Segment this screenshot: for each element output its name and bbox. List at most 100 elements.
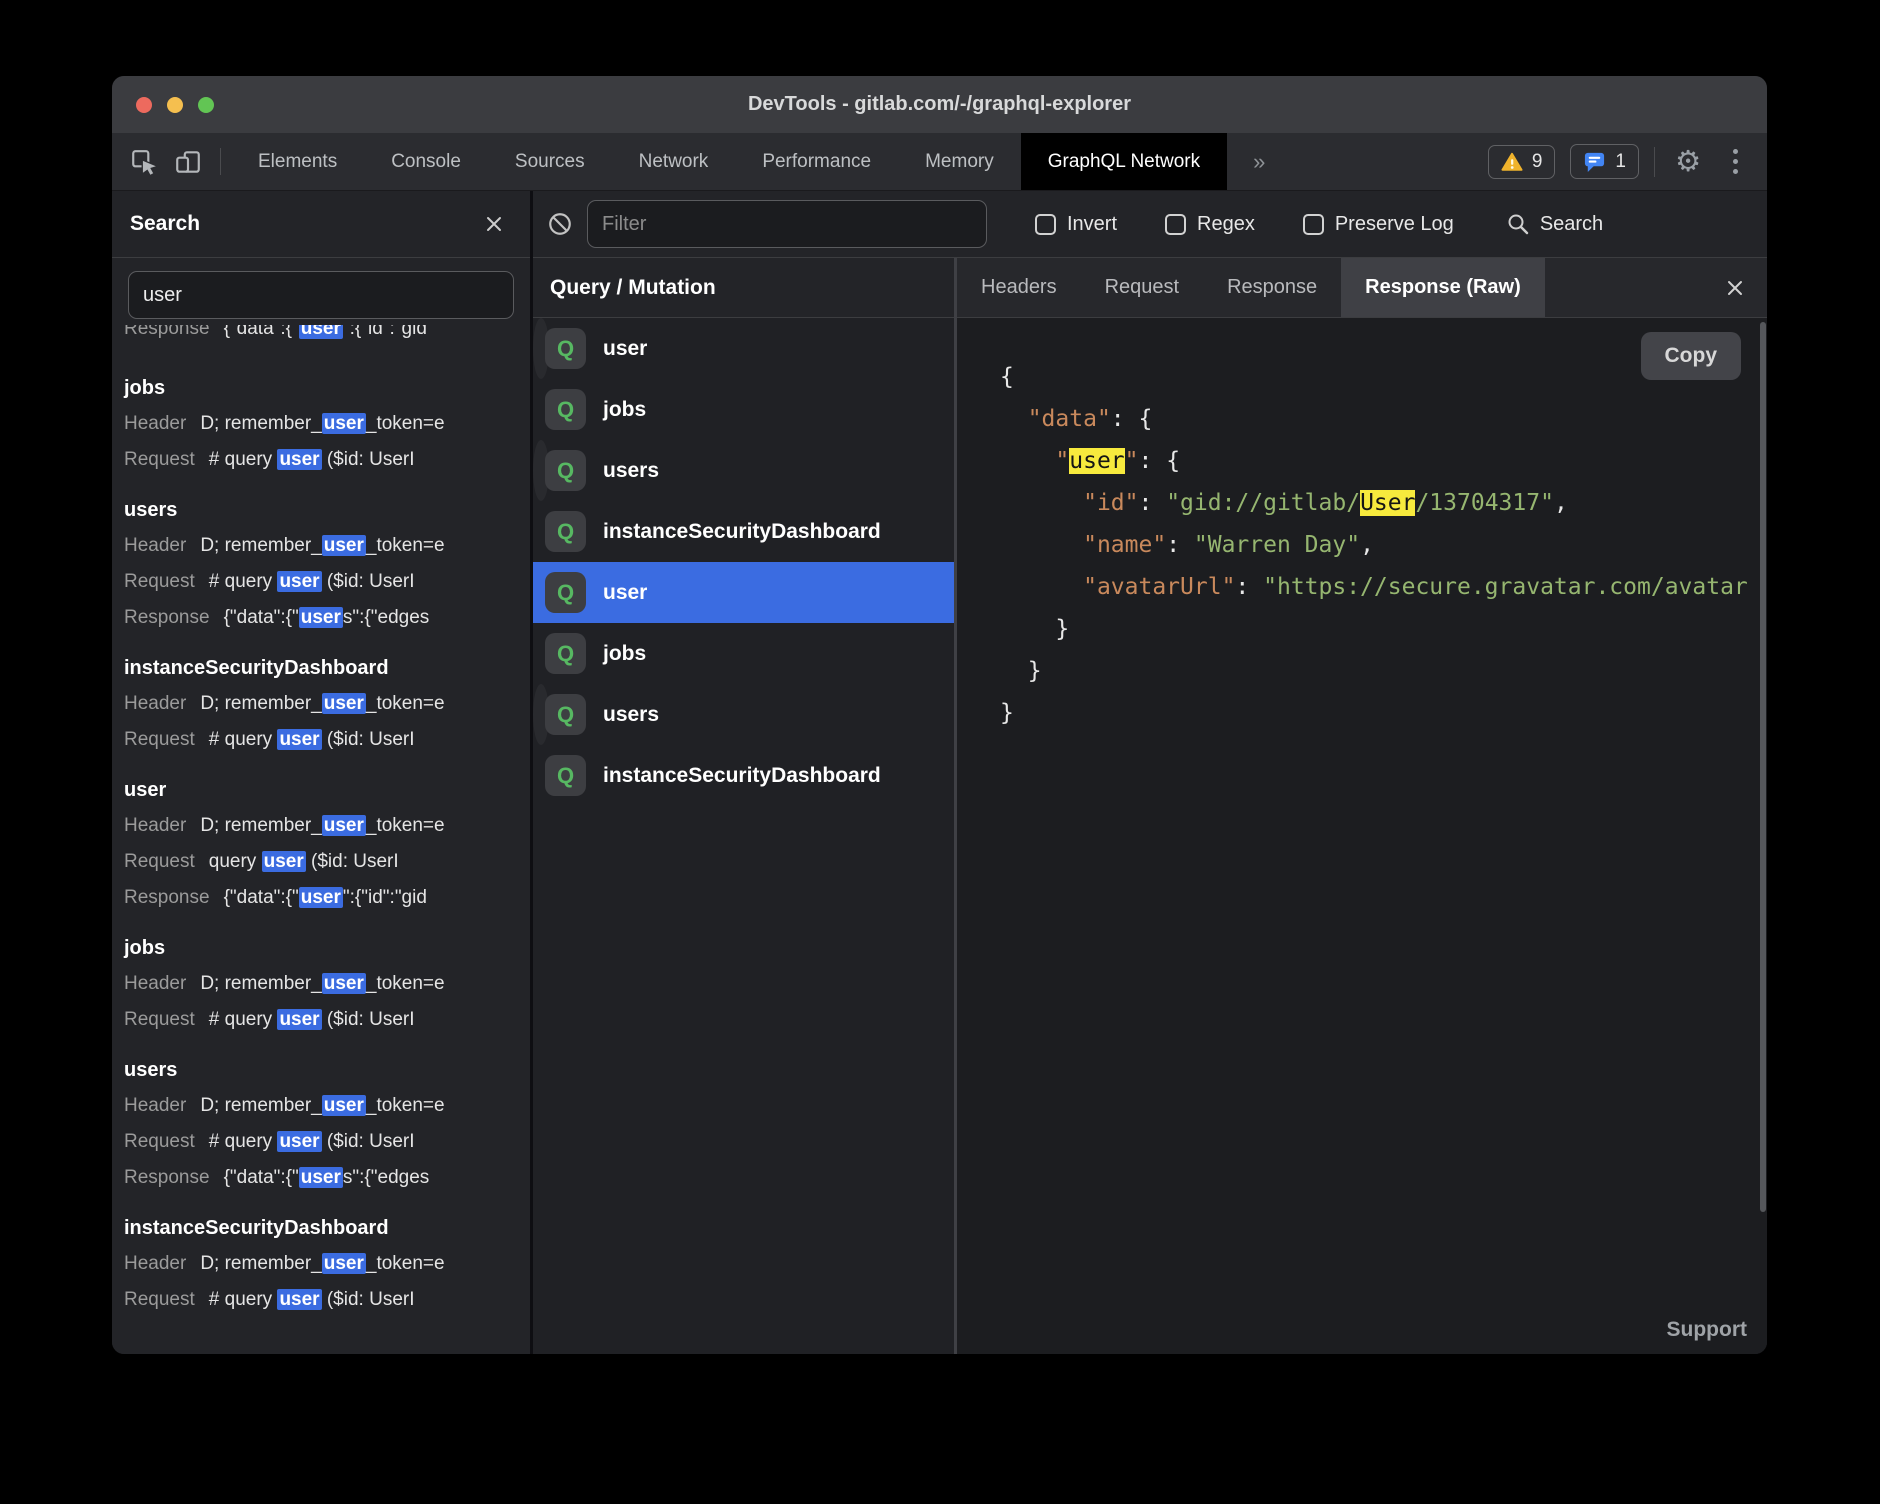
query-row-label: jobs [603,398,646,422]
minimize-window-button[interactable] [167,97,183,113]
query-row-label: users [603,703,659,727]
query-type-icon: Q [545,389,586,430]
search-result-line-label: Response [124,1167,210,1188]
search-result-title: users [124,497,530,523]
close-search-panel-icon[interactable] [484,214,504,234]
search-result-line-label: Request [124,851,195,872]
search-result-title: instanceSecurityDashboard [124,1215,530,1241]
regex-checkbox[interactable]: Regex [1165,213,1255,236]
query-row-label: jobs [603,642,646,666]
devtools-toolbar: Elements Console Sources Network Perform… [112,133,1767,191]
issues-badge[interactable]: 9 [1488,145,1556,179]
search-result-entry[interactable]: jobs HeaderD; remember_user_token=e Reques… [124,935,530,1033]
search-result-title: jobs [124,375,530,401]
json-line: } [1000,608,1767,650]
device-toolbar-icon[interactable] [166,133,210,190]
search-result-line[interactable]: Request# query user ($id: UserI [124,1007,530,1033]
search-result-line[interactable]: Request# query user ($id: UserI [124,1129,530,1155]
search-input[interactable] [128,271,514,319]
tab-network[interactable]: Network [612,133,736,190]
json-line: } [1000,650,1767,692]
close-response-panel-icon[interactable] [1725,258,1767,317]
clear-icon[interactable] [547,211,573,237]
search-result-line[interactable]: HeaderD; remember_user_token=e [124,1093,530,1119]
tab-sources[interactable]: Sources [488,133,612,190]
checkbox-label: Preserve Log [1335,213,1454,236]
search-input-wrap [112,258,530,325]
settings-gear-icon[interactable]: ⚙ [1670,147,1706,176]
query-row-label: user [603,581,647,605]
search-result-line[interactable]: HeaderD; remember_user_token=e [124,971,530,997]
query-row-user[interactable]: Quser [533,562,954,623]
search-result-line-label: Response [124,887,210,908]
filter-input[interactable] [587,200,987,248]
close-window-button[interactable] [136,97,152,113]
search-result-title: jobs [124,935,530,961]
search-result-line[interactable]: Response{"data":{"user":{"id":"gid [124,885,530,911]
search-result-entry[interactable]: instanceSecurityDashboard HeaderD; rememb… [124,1215,530,1313]
tab-elements[interactable]: Elements [231,133,364,190]
support-link[interactable]: Support [1667,1318,1747,1342]
tab-graphql-network[interactable]: GraphQL Network [1021,133,1227,190]
search-result-line[interactable]: HeaderD; remember_user_token=e [124,533,530,559]
search-panel-title: Search [130,212,484,236]
search-result-line-label: Header [124,973,186,994]
query-row-label: instanceSecurityDashboard [603,764,881,788]
tab-performance[interactable]: Performance [735,133,898,190]
filter-bar: Invert Regex Preserve Log Search [533,191,1767,258]
messages-badge[interactable]: 1 [1570,144,1639,179]
search-result-line[interactable]: HeaderD; remember_user_token=e [124,411,530,437]
search-result-line-label: Header [124,693,186,714]
query-type-icon: Q [545,633,586,674]
query-type-icon: Q [545,511,586,552]
search-result-entry[interactable]: jobs HeaderD; remember_user_token=e Reques… [124,375,530,473]
toolbar-divider [220,148,221,175]
titlebar: DevTools - gitlab.com/-/graphql-explorer [112,76,1767,133]
inspect-element-icon[interactable] [122,133,166,190]
search-result-line-label: Response [124,607,210,628]
query-row-user[interactable]: Quser [533,318,549,379]
json-line: } [1000,692,1767,734]
query-row-jobs[interactable]: Qjobs [533,379,954,440]
query-row-instanceSecurityDashboard[interactable]: QinstanceSecurityDashboard [533,745,954,806]
search-result-line[interactable]: Request# query user ($id: UserI [124,569,530,595]
search-result-line[interactable]: Requestquery user ($id: UserI [124,849,530,875]
query-list-title: Query / Mutation [550,276,716,300]
tab-request[interactable]: Request [1081,258,1204,317]
query-row-instanceSecurityDashboard[interactable]: QinstanceSecurityDashboard [533,501,954,562]
query-row-users[interactable]: Qusers [533,684,549,745]
search-result-line[interactable]: Request# query user ($id: UserI [124,727,530,753]
clipped-result-line[interactable]: Response{"data":{"user":{"id":"gid [124,325,530,351]
search-result-line[interactable]: Response{"data":{"users":{"edges [124,1165,530,1191]
more-tabs-button[interactable]: » [1227,133,1291,190]
preserve-log-checkbox[interactable]: Preserve Log [1303,213,1454,236]
kebab-menu-icon[interactable] [1721,149,1749,174]
checkbox-label: Regex [1197,213,1255,236]
search-result-line[interactable]: HeaderD; remember_user_token=e [124,813,530,839]
tab-console[interactable]: Console [364,133,488,190]
search-result-line[interactable]: Request# query user ($id: UserI [124,447,530,473]
invert-checkbox[interactable]: Invert [1035,213,1117,236]
query-row-users[interactable]: Qusers [533,440,549,501]
copy-button[interactable]: Copy [1641,332,1742,380]
search-result-entry[interactable]: instanceSecurityDashboardHeaderD; rememb… [124,655,530,753]
tab-response[interactable]: Response [1203,258,1341,317]
filter-search-button[interactable]: Search [1506,212,1603,236]
tab-response-raw[interactable]: Response (Raw) [1341,258,1545,317]
vertical-scrollbar[interactable] [1760,322,1766,1212]
search-result-line[interactable]: Response{"data":{"user":{"id":"gid [124,325,530,342]
search-result-entry[interactable]: userHeaderD; remember_user_token=eReques… [124,777,530,911]
warning-icon [1501,151,1523,173]
query-row-jobs[interactable]: Qjobs [533,623,954,684]
search-result-line[interactable]: Request# query user ($id: UserI [124,1287,530,1313]
tab-headers[interactable]: Headers [957,258,1081,317]
maximize-window-button[interactable] [198,97,214,113]
search-result-line-label: Request [124,1009,195,1030]
json-line: "id": "gid://gitlab/User/13704317", [1000,482,1767,524]
search-result-entry[interactable]: users HeaderD; remember_user_token=e Reque… [124,497,530,631]
search-result-line[interactable]: Response{"data":{"users":{"edges [124,605,530,631]
search-result-line[interactable]: HeaderD; remember_user_token=e [124,1251,530,1277]
search-result-entry[interactable]: usersHeaderD; remember_user_token=eReque… [124,1057,530,1191]
tab-memory[interactable]: Memory [898,133,1021,190]
search-result-line[interactable]: HeaderD; remember_user_token=e [124,691,530,717]
